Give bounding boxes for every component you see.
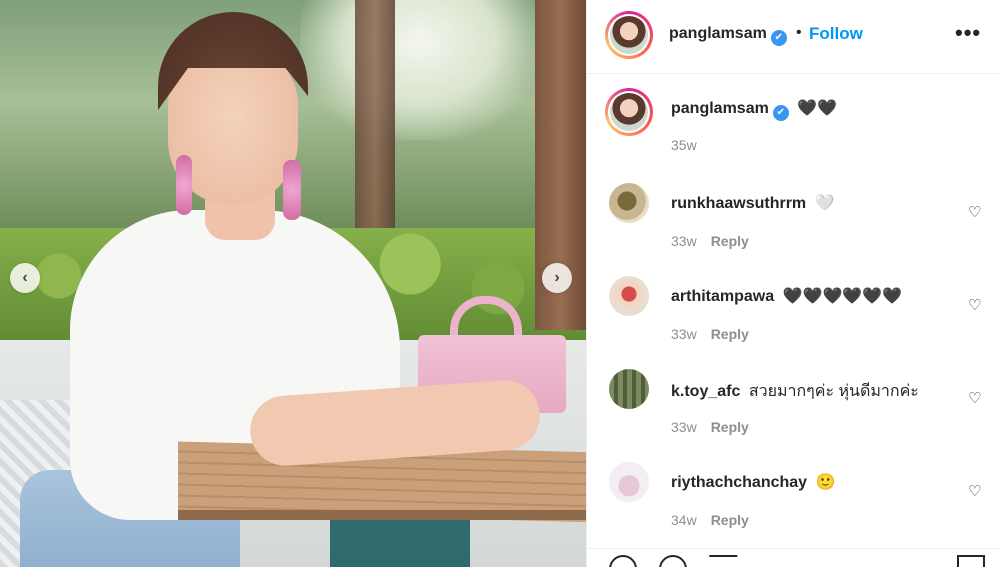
author-username-text: panglamsam [669,25,767,42]
post-side-panel: panglamsam ✔ • Follow ••• panglamsam ✔ 🖤🖤 … [586,0,1000,567]
comment-username[interactable]: arthitampawa [671,288,774,305]
chevron-right-icon: › [554,269,560,286]
photo-tree-trunk [355,0,395,250]
caption-avatar-image [610,93,648,131]
header-separator: • [796,24,802,41]
comment-avatar[interactable] [609,183,649,223]
comment-meta: 33w Reply [671,233,749,249]
follow-button[interactable]: Follow [809,24,863,44]
comment-text-row: riythachchanchay 🙂 [671,472,835,492]
post-photo: ‹ › [0,0,586,567]
comment-meta: 33w Reply [671,326,749,342]
comment-meta: 34w Reply [671,512,749,528]
comment-avatar[interactable] [609,276,649,316]
share-paper-plane-icon[interactable] [704,555,738,567]
photo-earring-right [283,160,301,220]
photo-background-sky [300,0,540,140]
like-heart-icon[interactable] [609,555,637,567]
comment-time[interactable]: 33w [671,326,697,342]
comment-time[interactable]: 34w [671,512,697,528]
author-avatar-image [610,16,648,54]
caption-time[interactable]: 35w [671,137,697,153]
reply-button[interactable]: Reply [711,512,749,528]
like-comment-heart-icon[interactable]: ♡ [968,203,981,221]
author-avatar[interactable] [605,11,653,59]
comment-meta: 33w Reply [671,419,749,435]
comment-bubble-icon[interactable] [659,555,687,567]
caption-username-text: panglamsam [671,100,769,117]
reply-button[interactable]: Reply [711,326,749,342]
comment-text-row: runkhaawsuthrrm 🤍 [671,193,835,213]
comment-text-row: k.toy_afc สวยมากๆค่ะ หุ่นดีมากค่ะ [671,379,919,404]
save-bookmark-icon[interactable] [957,555,985,567]
comment-avatar[interactable] [609,462,649,502]
post-action-bar [587,548,1000,567]
chevron-left-icon: ‹ [22,269,28,286]
verified-badge-icon: ✔ [770,29,787,46]
more-options-icon[interactable]: ••• [955,20,981,46]
comment-text: 🙂 [815,474,836,491]
caption-meta: 35w [671,137,697,153]
photo-table-edge [178,510,586,520]
caption-text-row: panglamsam ✔ 🖤🖤 [671,98,837,121]
verified-badge-icon: ✔ [772,104,789,121]
carousel-prev-button[interactable]: ‹ [10,263,40,293]
photo-earring-left [176,155,192,215]
like-comment-heart-icon[interactable]: ♡ [968,389,981,407]
caption-text: 🖤🖤 [797,100,838,117]
comment-time[interactable]: 33w [671,419,697,435]
comment-username[interactable]: runkhaawsuthrrm [671,195,806,212]
like-comment-heart-icon[interactable]: ♡ [968,296,981,314]
comment-time[interactable]: 33w [671,233,697,249]
comment-username[interactable]: k.toy_afc [671,383,740,400]
comment-avatar[interactable] [609,369,649,409]
comment-username[interactable]: riythachchanchay [671,474,807,491]
comment-text: 🖤🖤🖤🖤🖤🖤 [782,288,903,305]
post-header: panglamsam ✔ • Follow ••• [587,0,1000,74]
reply-button[interactable]: Reply [711,233,749,249]
comment-text-row: arthitampawa 🖤🖤🖤🖤🖤🖤 [671,286,902,306]
author-username[interactable]: panglamsam ✔ [669,25,787,46]
like-comment-heart-icon[interactable]: ♡ [968,482,981,500]
comment-text: 🤍 [814,195,835,212]
caption-avatar[interactable] [605,88,653,136]
caption-username[interactable]: panglamsam ✔ [671,100,789,121]
comment-text: สวยมากๆค่ะ หุ่นดีมากค่ะ [748,383,919,400]
carousel-next-button[interactable]: › [542,263,572,293]
reply-button[interactable]: Reply [711,419,749,435]
